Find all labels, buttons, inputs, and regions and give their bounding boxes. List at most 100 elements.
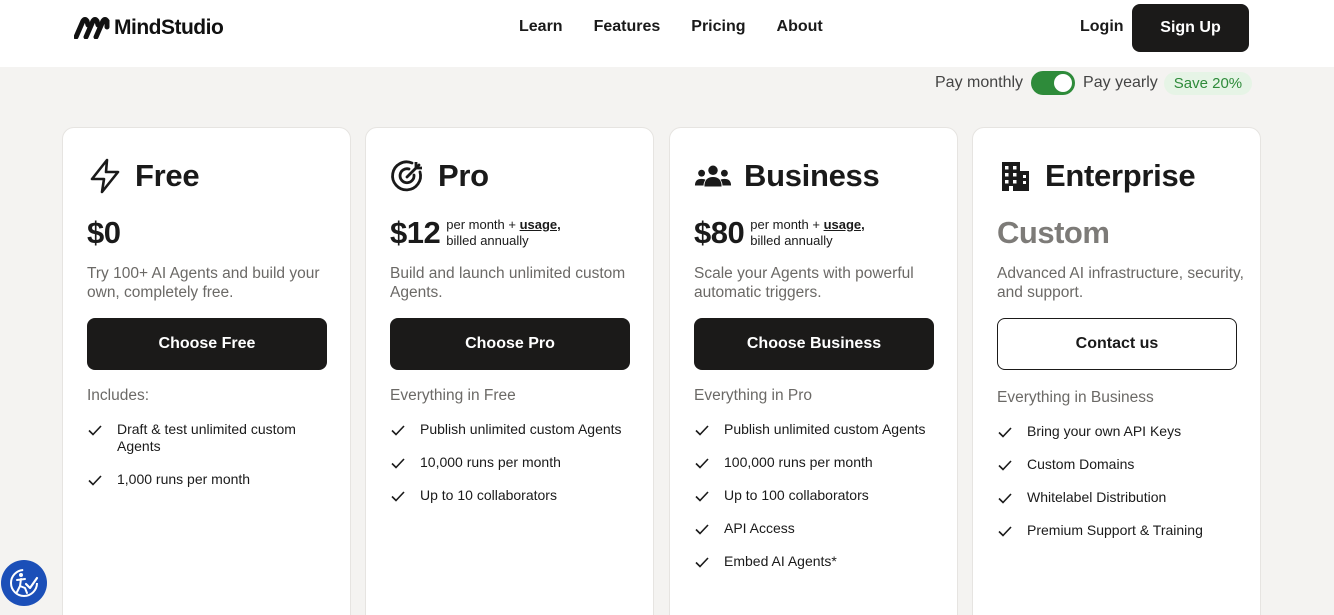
building-icon [997,158,1033,194]
price-row: Custom [997,215,1110,250]
nav-about[interactable]: About [777,18,823,36]
list-item: Publish unlimited custom Agents [390,421,630,438]
plan-description: Advanced AI infrastructure, security, an… [997,265,1244,301]
price-note-text: per month + [446,217,520,232]
plan-card-business: Business $80 per month + usage, billed a… [669,127,958,615]
signup-button[interactable]: Sign Up [1132,4,1249,52]
check-icon [391,425,405,436]
plan-description: Scale your Agents with powerful automati… [694,265,914,301]
check-icon [998,493,1012,504]
plan-price: $0 [87,215,121,250]
main-nav: Learn Features Pricing About [519,18,823,36]
list-item: 100,000 runs per month [694,454,934,471]
plan-card-pro: Pro $12 per month + usage, billed annual… [365,127,654,615]
price-row: $12 per month + usage, billed annually [390,216,561,250]
list-item: Embed AI Agents* [694,553,934,570]
feature-text: Whitelabel Distribution [1027,489,1167,505]
feature-list: Bring your own API Keys Custom Domains W… [997,423,1237,555]
list-item: Up to 100 collaborators [694,487,934,504]
accessibility-icon [10,569,39,597]
save-badge: Save 20% [1163,71,1253,95]
plan-title: Pro [390,158,489,194]
includes-heading: Everything in Pro [694,387,813,404]
site-header: MindStudio Learn Features Pricing About … [0,0,1334,67]
price-note-text: per month + [750,217,824,232]
price-note: per month + usage, billed annually [750,217,865,249]
includes-heading: Everything in Business [997,389,1154,406]
feature-text: Bring your own API Keys [1027,423,1182,439]
check-icon [391,491,405,502]
pay-yearly-label[interactable]: Pay yearly [1083,74,1158,92]
brand-logo[interactable]: MindStudio [74,16,224,40]
target-icon [390,158,426,194]
plan-price: $12 [390,215,441,250]
plan-card-free: Free $0 Try 100+ AI Agents and build you… [62,127,351,615]
feature-text: Embed AI Agents* [724,553,837,569]
check-icon [695,458,709,469]
list-item: Custom Domains [997,456,1237,473]
price-row: $0 [87,215,121,250]
check-icon [998,526,1012,537]
plan-card-enterprise: Enterprise Custom Advanced AI infrastruc… [972,127,1261,615]
list-item: Whitelabel Distribution [997,489,1237,506]
list-item: Up to 10 collaborators [390,487,630,504]
plan-price: Custom [997,215,1110,250]
list-item: 10,000 runs per month [390,454,630,471]
check-icon [88,475,102,486]
feature-text: API Access [724,520,795,536]
plan-name: Enterprise [1045,158,1196,193]
plan-description: Try 100+ AI Agents and build your own, c… [87,265,320,301]
usage-link[interactable]: usage, [520,217,561,232]
billed-annually-text: billed annually [750,233,833,248]
nav-pricing[interactable]: Pricing [691,18,745,36]
feature-text: Publish unlimited custom Agents [420,421,622,437]
feature-list: Draft & test unlimited custom Agents 1,0… [87,421,327,504]
feature-text: Up to 100 collaborators [724,487,869,503]
plan-title: Enterprise [997,158,1196,194]
check-icon [695,557,709,568]
feature-text: Publish unlimited custom Agents [724,421,926,437]
accessibility-button[interactable] [1,560,47,606]
users-icon [694,158,732,194]
usage-link[interactable]: usage, [824,217,865,232]
price-note: per month + usage, billed annually [446,217,561,249]
contact-us-button[interactable]: Contact us [997,318,1237,370]
check-icon [998,427,1012,438]
list-item: Bring your own API Keys [997,423,1237,440]
login-link[interactable]: Login [1080,18,1124,36]
check-icon [88,425,102,436]
feature-text: 10,000 runs per month [420,454,561,470]
feature-text: 1,000 runs per month [117,471,251,487]
nav-features[interactable]: Features [594,18,661,36]
brand-name: MindStudio [114,16,224,39]
price-row: $80 per month + usage, billed annually [694,216,865,250]
choose-business-button[interactable]: Choose Business [694,318,934,370]
feature-list: Publish unlimited custom Agents 10,000 r… [390,421,630,520]
list-item: Premium Support & Training [997,522,1237,539]
lightning-icon [87,158,123,194]
check-icon [695,425,709,436]
billing-period-toggle[interactable] [1031,71,1076,95]
plan-description: Build and launch unlimited custom Agents… [390,265,626,301]
plan-title: Free [87,158,200,194]
includes-heading: Everything in Free [390,387,516,404]
billed-annually-text: billed annually [446,233,529,248]
plan-price: $80 [694,215,745,250]
check-icon [695,491,709,502]
plan-name: Business [744,158,880,193]
pay-monthly-label[interactable]: Pay monthly [935,74,1023,92]
plan-title: Business [694,158,880,194]
choose-free-button[interactable]: Choose Free [87,318,327,370]
mindstudio-logo-icon [74,17,110,39]
nav-learn[interactable]: Learn [519,18,563,36]
feature-list: Publish unlimited custom Agents 100,000 … [694,421,934,586]
feature-text: Custom Domains [1027,456,1135,472]
billing-toggle-group: Pay monthly Pay yearly Save 20% [935,70,1253,96]
list-item: Publish unlimited custom Agents [694,421,934,438]
plan-name: Pro [438,158,489,193]
list-item: Draft & test unlimited custom Agents [87,421,327,455]
check-icon [998,460,1012,471]
plan-name: Free [135,158,200,193]
feature-text: 100,000 runs per month [724,454,873,470]
choose-pro-button[interactable]: Choose Pro [390,318,630,370]
